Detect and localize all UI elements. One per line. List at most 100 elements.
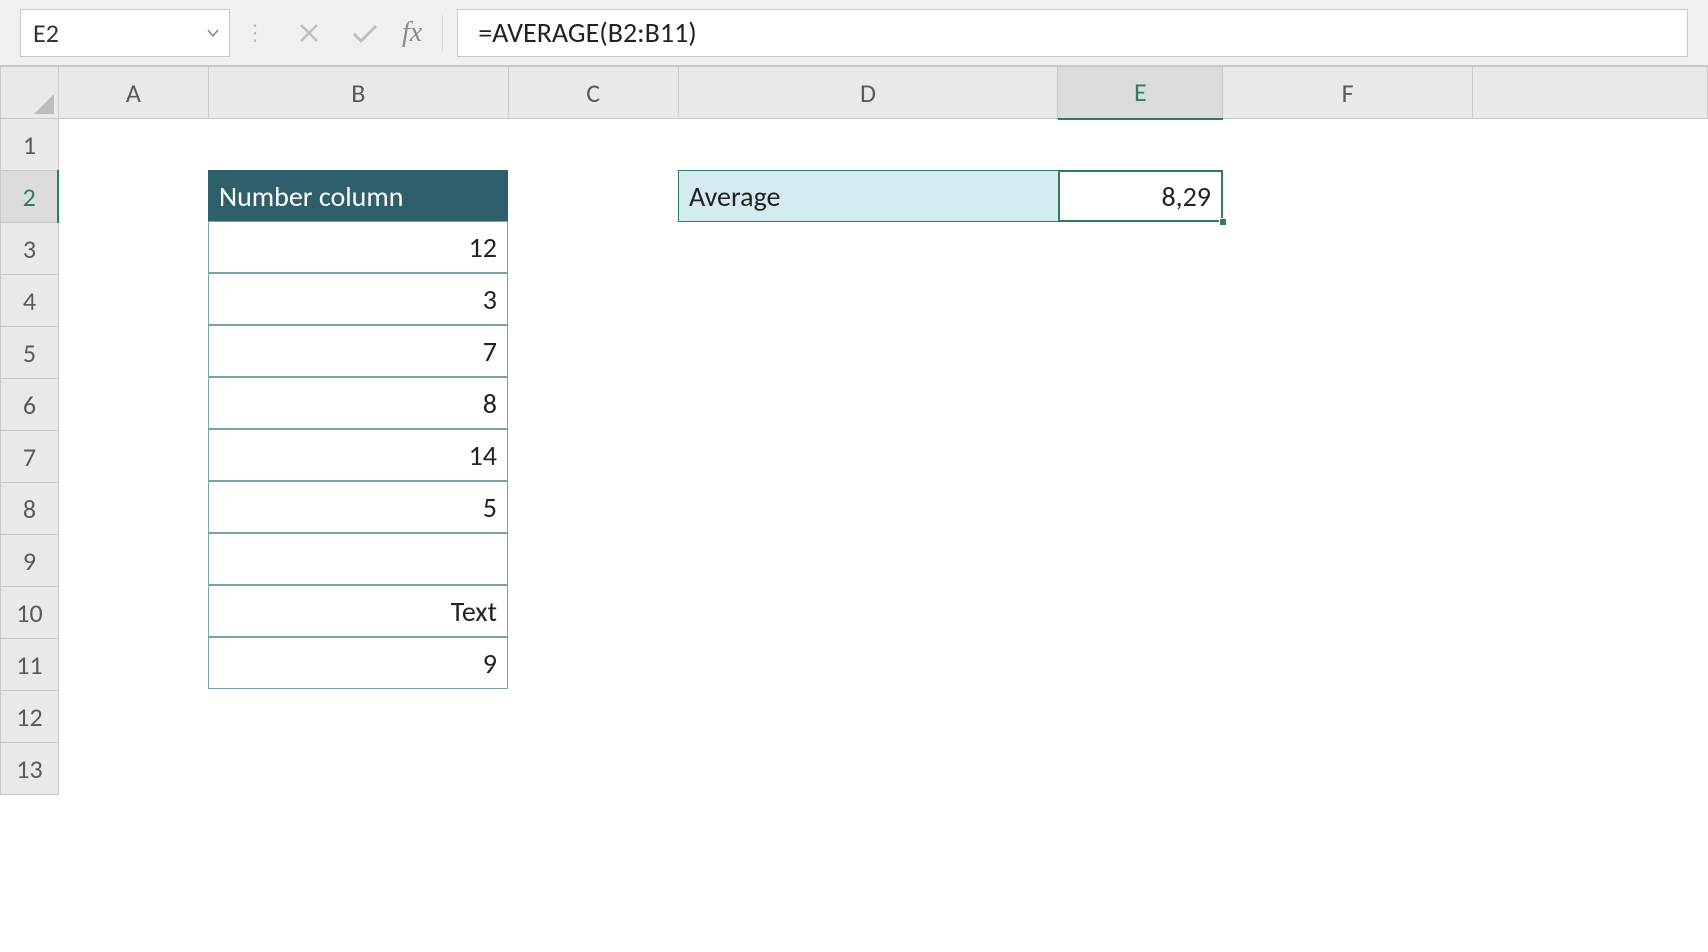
cell[interactable] [1473,275,1708,327]
cell[interactable] [508,379,678,431]
table-cell[interactable]: 12 [208,221,508,273]
cell[interactable] [678,379,1058,431]
table-cell[interactable]: 8 [208,377,508,429]
cell[interactable] [58,275,208,327]
cell[interactable] [508,639,678,691]
cell[interactable] [1473,743,1708,795]
row-header-7[interactable]: 7 [1,431,59,483]
table-cell[interactable]: 5 [208,481,508,533]
fill-handle[interactable] [1219,218,1227,226]
cell[interactable] [208,743,508,795]
column-header-E[interactable]: E [1058,67,1223,119]
cell[interactable] [678,119,1058,171]
cell[interactable] [1058,379,1223,431]
cell[interactable] [58,171,208,223]
table-cell[interactable]: 14 [208,429,508,481]
cell[interactable] [1223,223,1473,275]
table-cell[interactable]: Text [208,585,508,637]
enter-icon[interactable] [346,14,384,52]
column-header-extra[interactable] [1473,67,1708,119]
cell[interactable] [1473,691,1708,743]
row-header-4[interactable]: 4 [1,275,59,327]
cell[interactable] [1223,431,1473,483]
row-header-10[interactable]: 10 [1,587,59,639]
row-header-12[interactable]: 12 [1,691,59,743]
table-cell[interactable]: 9 [208,637,508,689]
cell[interactable] [208,691,508,743]
cell[interactable] [1473,171,1708,223]
cell[interactable] [1473,223,1708,275]
average-label-cell[interactable]: Average [678,170,1058,222]
row-header-11[interactable]: 11 [1,639,59,691]
formula-input[interactable] [476,10,1687,56]
cancel-icon[interactable] [290,14,328,52]
column-header-D[interactable]: D [678,67,1058,119]
cell[interactable] [508,691,678,743]
cell[interactable] [58,431,208,483]
cell[interactable] [678,639,1058,691]
cell[interactable] [1058,119,1223,171]
column-header-F[interactable]: F [1223,67,1473,119]
row-header-5[interactable]: 5 [1,327,59,379]
cell[interactable] [1058,223,1223,275]
cell[interactable] [58,639,208,691]
cell[interactable] [1058,275,1223,327]
cell[interactable] [1223,743,1473,795]
cell[interactable] [58,743,208,795]
cell[interactable] [1058,535,1223,587]
cell[interactable] [678,223,1058,275]
cell[interactable] [678,743,1058,795]
cell[interactable] [1223,171,1473,223]
cell[interactable] [678,535,1058,587]
cell[interactable] [1223,587,1473,639]
row-header-1[interactable]: 1 [1,119,59,171]
name-box-dropdown-icon[interactable] [207,28,219,38]
cell[interactable] [678,691,1058,743]
table-cell[interactable] [208,533,508,585]
cell[interactable] [508,535,678,587]
cell[interactable] [58,587,208,639]
cell[interactable] [1058,743,1223,795]
cell[interactable] [1473,119,1708,171]
select-all-cell[interactable] [1,67,59,119]
cell[interactable] [1223,327,1473,379]
cell[interactable] [1473,379,1708,431]
cell[interactable] [1473,535,1708,587]
cell[interactable] [1223,275,1473,327]
cell[interactable] [58,691,208,743]
cell[interactable] [1473,639,1708,691]
row-header-8[interactable]: 8 [1,483,59,535]
insert-function-icon[interactable]: fx [402,17,422,49]
average-value-cell[interactable]: 8,29 [1058,170,1223,222]
cell[interactable] [58,119,208,171]
cell[interactable] [508,223,678,275]
cell[interactable] [508,119,678,171]
cell[interactable] [58,483,208,535]
cell[interactable] [678,483,1058,535]
cell[interactable] [1223,639,1473,691]
cell[interactable] [58,223,208,275]
table-cell[interactable]: 3 [208,273,508,325]
cell[interactable] [58,379,208,431]
cell[interactable] [1058,639,1223,691]
name-box[interactable]: E2 [20,9,230,57]
cell[interactable] [678,327,1058,379]
cell[interactable] [1473,587,1708,639]
row-header-13[interactable]: 13 [1,743,59,795]
cell[interactable] [58,535,208,587]
cell[interactable] [508,587,678,639]
cell[interactable] [58,327,208,379]
table-cell[interactable]: 7 [208,325,508,377]
cell[interactable] [1223,691,1473,743]
cell[interactable] [508,327,678,379]
table-header[interactable]: Number column [208,170,508,222]
cell[interactable] [1223,379,1473,431]
cell[interactable] [1058,691,1223,743]
cell[interactable] [1223,535,1473,587]
cell[interactable] [508,743,678,795]
spreadsheet-grid[interactable]: A B C D E F 12345678910111213 Number col… [0,65,1708,952]
cell[interactable] [1223,483,1473,535]
cell[interactable] [508,431,678,483]
cell[interactable] [678,431,1058,483]
cell[interactable] [1058,587,1223,639]
